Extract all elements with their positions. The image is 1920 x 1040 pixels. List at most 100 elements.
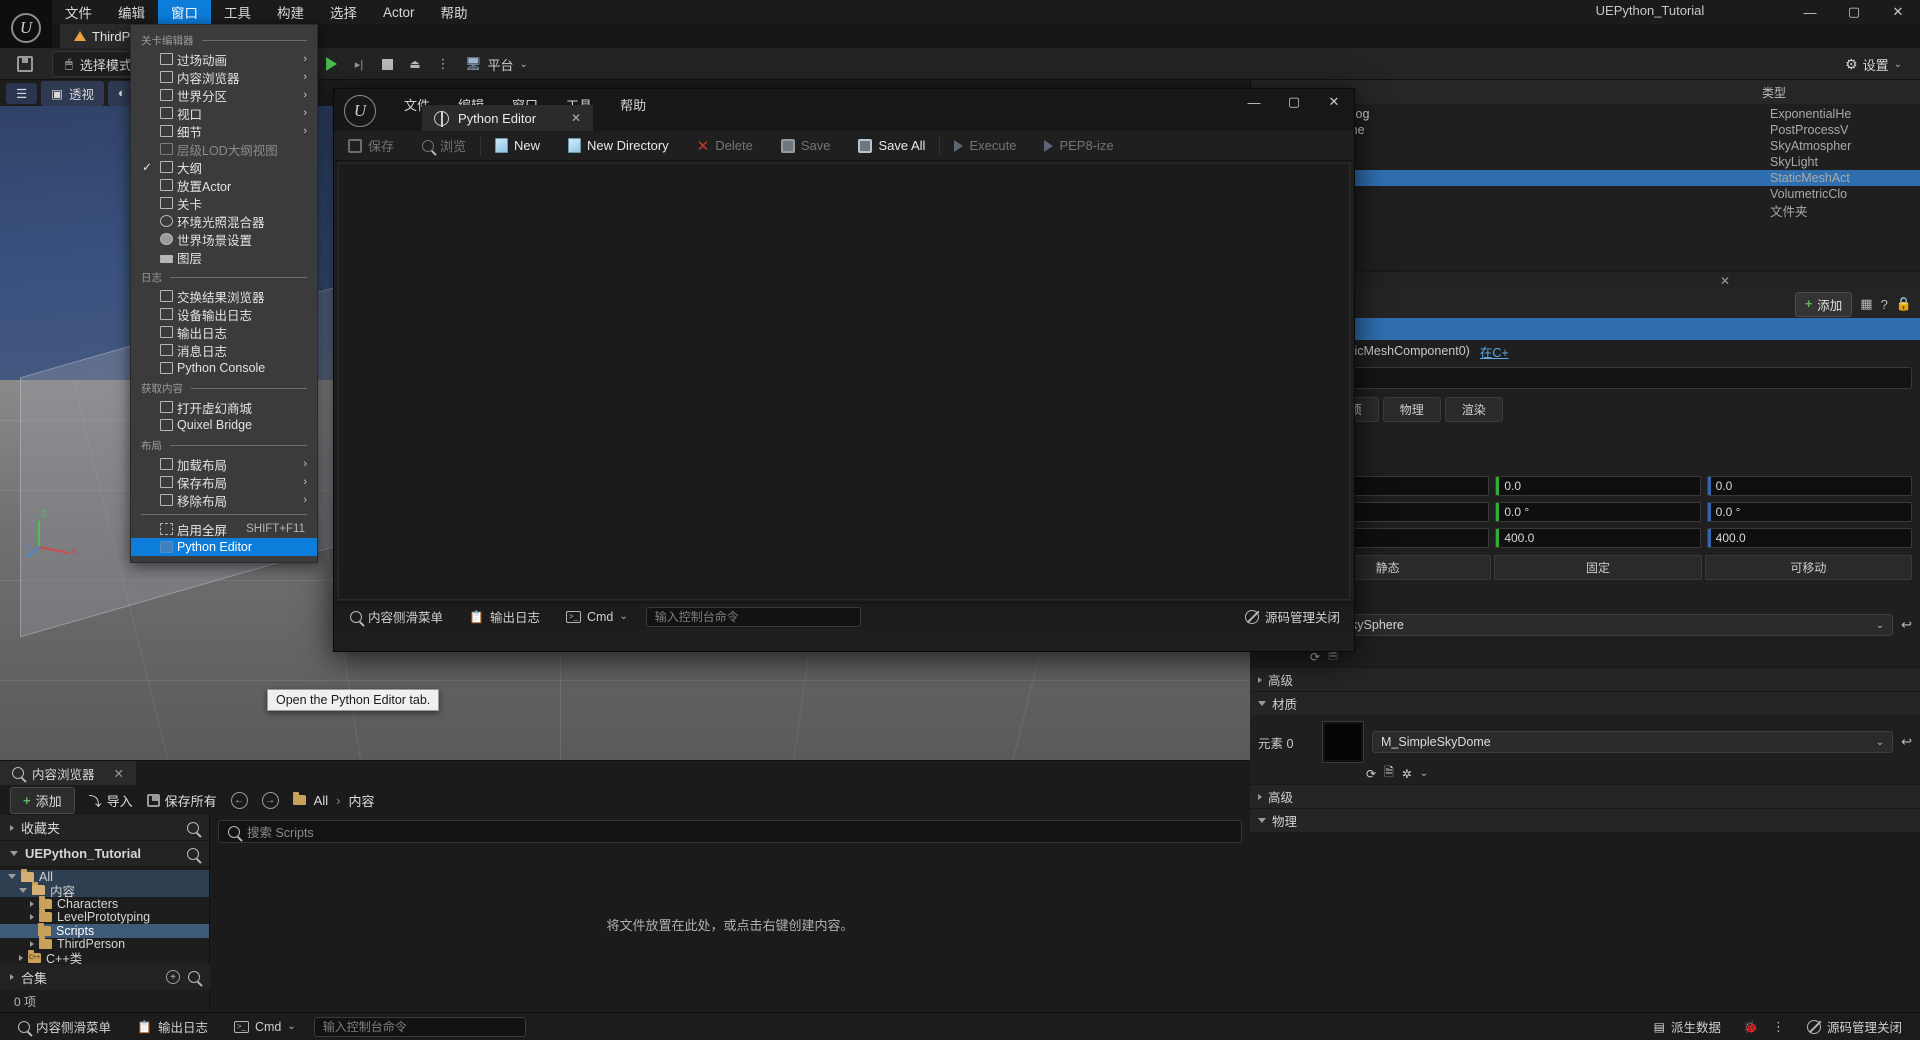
viewport-tab-perspective[interactable]: ▣ 透视 [41, 80, 105, 106]
tree-item-cpp-classes[interactable]: C++ C++类 [0, 949, 209, 966]
tree-item-content[interactable]: 内容 [0, 882, 209, 899]
section-materials[interactable]: 材质 [1250, 691, 1920, 715]
component-cpp-link[interactable]: 在C+ [1480, 342, 1509, 361]
kebab-icon[interactable]: ⋮ [1772, 1019, 1785, 1035]
save-all-button[interactable]: 保存所有 [146, 791, 217, 810]
tab-rendering[interactable]: 渲染 [1444, 397, 1503, 422]
material-thumbnail[interactable] [1322, 721, 1364, 763]
breadcrumb-all[interactable]: All [314, 793, 328, 808]
section-advanced-2[interactable]: 高级 [1250, 784, 1920, 808]
search-icon[interactable] [188, 971, 200, 983]
menu-help[interactable]: 帮助 [428, 0, 481, 24]
tab-physics[interactable]: 物理 [1382, 397, 1441, 422]
add-collection-icon[interactable]: + [166, 970, 180, 984]
py-close-button[interactable]: ✕ [1314, 89, 1354, 115]
import-button[interactable]: ⤵ 导入 [89, 791, 133, 810]
eject-button[interactable]: ⏏ [402, 51, 428, 77]
more-options-button[interactable]: ⋮ [430, 51, 456, 77]
menu-actor[interactable]: Actor [370, 0, 428, 24]
cmd-selector[interactable]: >_ Cmd ⌄ [226, 1020, 304, 1034]
source-control-button[interactable]: 源码管理关闭 [1799, 1017, 1910, 1036]
python-editor-tab[interactable]: Python Editor ✕ [422, 105, 594, 131]
platform-button[interactable]: 🖥 平台 ⌄ [455, 51, 538, 77]
search-icon[interactable] [187, 821, 199, 834]
console-command-input[interactable]: 输入控制台命令 [313, 1016, 526, 1037]
browse-material-icon[interactable]: ⟳ [1366, 767, 1376, 781]
menu-item-open-marketplace[interactable]: 打开虚幻商城 [131, 398, 317, 416]
favorites-header[interactable]: 收藏夹 [0, 815, 209, 841]
tree-item-thirdperson[interactable]: ThirdPerson [0, 936, 209, 951]
save-level-button[interactable] [8, 50, 42, 78]
menu-item-message-log[interactable]: 消息日志 [131, 341, 317, 359]
py-new-button[interactable]: New [481, 131, 554, 161]
search-icon[interactable] [187, 847, 199, 860]
menu-item-content-browser[interactable]: 内容浏览器 › [131, 68, 317, 86]
menu-edit[interactable]: 编辑 [105, 0, 158, 24]
tree-item-characters[interactable]: Characters [0, 895, 209, 911]
section-advanced-1[interactable]: 高级 [1250, 667, 1920, 691]
content-drawer-button[interactable]: 内容侧滑菜单 [10, 1017, 119, 1036]
menu-item-python-editor[interactable]: Python Editor [131, 538, 317, 556]
menu-item-load-layout[interactable]: 加载布局 › [131, 455, 317, 473]
py-maximize-button[interactable]: ▢ [1274, 89, 1314, 115]
py-minimize-button[interactable]: — [1234, 89, 1274, 115]
py-console-command-input[interactable]: 输入控制台命令 [645, 606, 861, 627]
py-browse-button[interactable]: 浏览 [408, 131, 480, 161]
section-physics[interactable]: 物理 [1250, 808, 1920, 832]
content-browser-tab[interactable]: 内容浏览器 ✕ [0, 761, 136, 785]
stop-button[interactable] [374, 51, 400, 77]
add-content-button[interactable]: + 添加 [10, 786, 75, 814]
rotation-y-field[interactable]: 0.0 ° [1495, 502, 1701, 522]
back-button[interactable]: ← [230, 791, 248, 809]
maximize-button[interactable]: ▢ [1832, 0, 1876, 24]
py-menu-help[interactable]: 帮助 [606, 93, 660, 116]
scale-y-field[interactable]: 400.0 [1495, 528, 1701, 548]
edit-material-icon[interactable]: 🗎 [1384, 763, 1394, 784]
menu-select[interactable]: 选择 [317, 0, 370, 24]
py-save-button[interactable]: 保存 [334, 131, 408, 161]
menu-tools[interactable]: 工具 [211, 0, 264, 24]
reset-icon[interactable]: ↩ [1901, 734, 1912, 750]
derived-data-button[interactable]: ▤ 派生数据 [1646, 1017, 1729, 1036]
breadcrumb-content[interactable]: 内容 [348, 791, 374, 810]
rotation-z-field[interactable]: 0.0 ° [1706, 502, 1912, 522]
play-button[interactable] [318, 51, 344, 77]
add-component-button[interactable]: + 添加 [1794, 291, 1853, 317]
menu-item-env-light-mixer[interactable]: 环境光照混合器 [131, 212, 317, 230]
close-icon[interactable]: ✕ [571, 111, 581, 125]
minimize-button[interactable]: — [1788, 0, 1832, 24]
close-icon[interactable]: ✕ [114, 766, 124, 781]
menu-window[interactable]: 窗口 [158, 0, 211, 24]
settings-button[interactable]: ⚙ 设置 ⌄ [1845, 51, 1902, 77]
help-icon[interactable]: ? [1881, 297, 1888, 312]
menu-item-viewport[interactable]: 视口 › [131, 104, 317, 122]
menu-item-outliner[interactable]: ✓ 大纲 [131, 158, 317, 176]
menu-item-swap-results[interactable]: 交换结果浏览器 [131, 287, 317, 305]
menu-item-layers[interactable]: 图层 [131, 248, 317, 266]
location-z-field[interactable]: 0.0 [1706, 476, 1912, 496]
lock-icon[interactable]: 🔒 [1896, 296, 1912, 312]
menu-item-world-partition[interactable]: 世界分区 › [131, 86, 317, 104]
reset-icon[interactable]: ↩ [1901, 617, 1912, 633]
menu-item-remove-layout[interactable]: 移除布局 › [131, 491, 317, 509]
menu-item-quixel-bridge[interactable]: Quixel Bridge [131, 416, 317, 434]
search-input[interactable]: 搜索 Scripts [218, 820, 1242, 843]
py-save-all-button[interactable]: Save All [844, 131, 939, 161]
py-execute-button[interactable]: Execute [940, 131, 1030, 161]
output-log-button[interactable]: 📋 输出日志 [129, 1017, 216, 1036]
py-pep8-button[interactable]: PEP8-ize [1030, 131, 1127, 161]
bug-icon[interactable]: 🐞 [1743, 1020, 1758, 1034]
viewport-menu-button[interactable]: ☰ [6, 82, 38, 104]
menu-build[interactable]: 构建 [264, 0, 317, 24]
material-settings-icon[interactable]: ✲ [1402, 767, 1412, 781]
close-button[interactable]: ✕ [1876, 0, 1920, 24]
static-mesh-combo[interactable]: SM_SkySphere ⌄ [1308, 614, 1894, 636]
python-code-editor[interactable] [338, 163, 1350, 600]
menu-item-device-output-log[interactable]: 设备输出日志 [131, 305, 317, 323]
material-combo[interactable]: M_SimpleSkyDome ⌄ [1372, 731, 1894, 753]
location-y-field[interactable]: 0.0 [1495, 476, 1701, 496]
py-save2-button[interactable]: Save [767, 131, 845, 161]
mobility-movable[interactable]: 可移动 [1704, 555, 1912, 580]
menu-item-levels[interactable]: 关卡 [131, 194, 317, 212]
details-search-input[interactable] [1258, 367, 1912, 389]
